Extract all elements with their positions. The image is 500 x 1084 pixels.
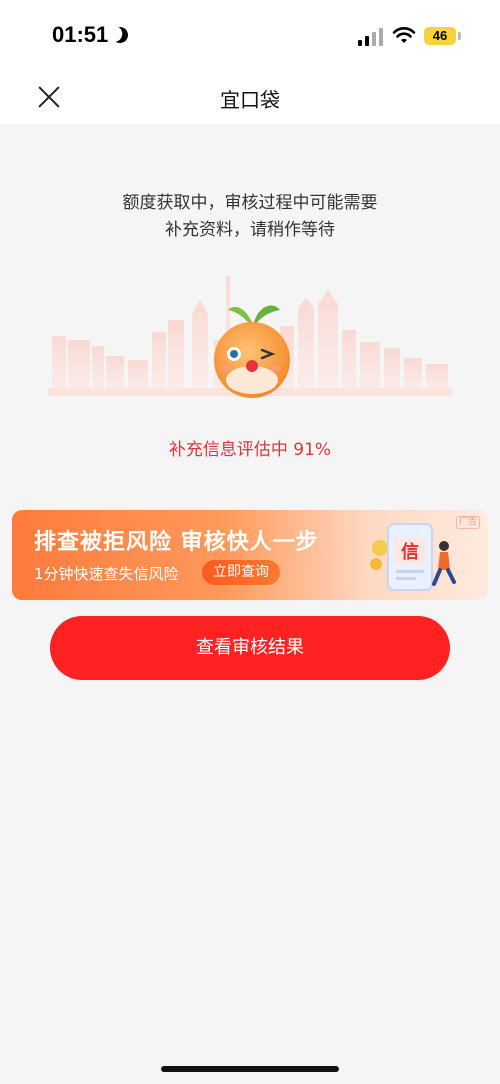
progress-status-text: 补充信息评估中 91%	[168, 440, 332, 460]
home-indicator	[161, 1066, 339, 1072]
credit-risk-ad-banner[interactable]: 广告 排查被拒风险 审核快人一步 1分钟快速查失信风险 立即查询 信	[12, 510, 488, 600]
notice-line-1: 额度获取中，审核过程中可能需要	[122, 193, 378, 213]
wifi-icon	[392, 27, 416, 43]
view-review-result-button[interactable]: 查看审核结果	[50, 616, 450, 680]
orange-mascot-illustration	[214, 305, 290, 398]
query-now-button[interactable]: 立即查询	[202, 560, 280, 585]
moon-icon	[110, 25, 131, 46]
ad-subtitle: 1分钟快速查失信风险	[34, 565, 179, 583]
review-notice: 额度获取中，审核过程中可能需要 补充资料，请稍作等待	[40, 190, 460, 244]
ad-title: 排查被拒风险 审核快人一步	[34, 530, 319, 555]
status-time: 01:51	[52, 22, 109, 47]
xin-character: 信	[401, 541, 419, 563]
signal-icon	[358, 28, 384, 46]
battery-icon: 46	[424, 27, 456, 45]
page-title: 宜口袋	[220, 88, 280, 112]
battery-level: 46	[432, 28, 448, 43]
status-bar: 01:51 46	[0, 0, 500, 72]
notice-line-2: 补充资料，请稍作等待	[165, 220, 335, 240]
nav-bar: 宜口袋	[0, 72, 500, 124]
battery-tip	[458, 32, 461, 40]
credit-phone-illustration: 信	[370, 523, 456, 591]
close-icon[interactable]	[34, 82, 64, 112]
